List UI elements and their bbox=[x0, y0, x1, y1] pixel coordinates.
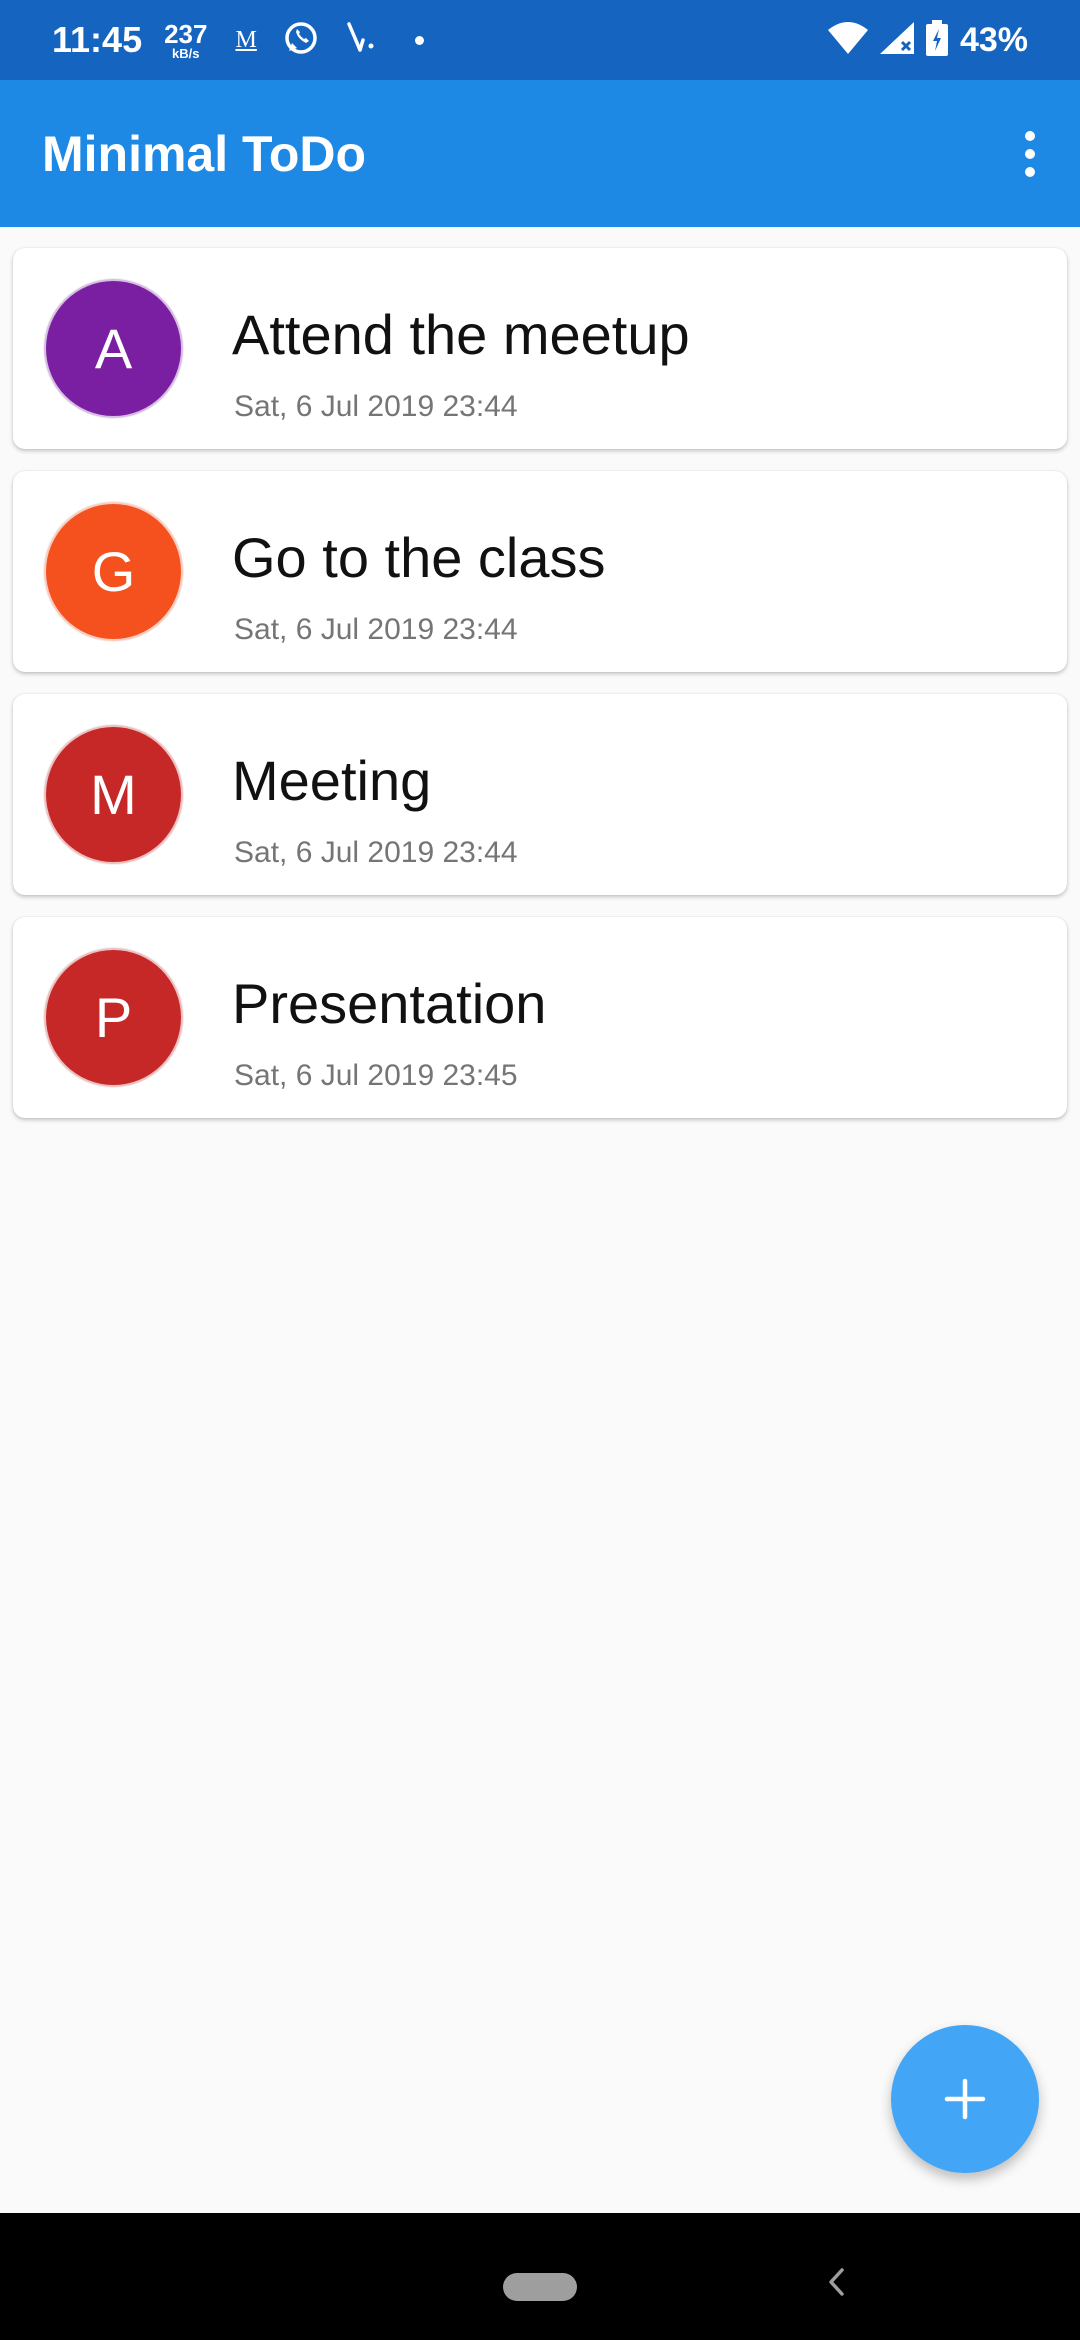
system-nav-bar bbox=[0, 2213, 1080, 2340]
todo-avatar-letter: P bbox=[94, 986, 133, 1049]
network-speed: 237 kB/s bbox=[164, 21, 207, 60]
todo-avatar: P bbox=[44, 948, 183, 1087]
vpn-icon bbox=[345, 20, 375, 61]
todo-date: Sat, 6 Jul 2019 23:44 bbox=[234, 390, 518, 423]
status-bar: 11:45 237 kB/s M 43% bbox=[0, 0, 1080, 80]
todo-title: Presentation bbox=[232, 972, 547, 1035]
network-speed-unit: kB/s bbox=[172, 45, 200, 61]
notification-dot-icon bbox=[414, 35, 424, 45]
whatsapp-icon bbox=[283, 20, 319, 61]
todo-item[interactable]: G Go to the class Sat, 6 Jul 2019 23:44 bbox=[13, 471, 1067, 672]
todo-avatar: A bbox=[44, 279, 183, 418]
add-todo-button[interactable] bbox=[891, 2025, 1039, 2173]
gmail-icon: M bbox=[235, 26, 257, 53]
todo-date: Sat, 6 Jul 2019 23:44 bbox=[234, 613, 518, 646]
todo-date: Sat, 6 Jul 2019 23:45 bbox=[234, 1059, 518, 1092]
back-chevron-icon[interactable] bbox=[816, 2257, 856, 2307]
todo-avatar-letter: M bbox=[90, 763, 137, 826]
wifi-icon bbox=[816, 21, 868, 59]
network-speed-value: 237 bbox=[164, 18, 208, 49]
todo-avatar-letter: G bbox=[91, 540, 136, 603]
add-icon bbox=[944, 2078, 986, 2120]
todo-list: A Attend the meetup Sat, 6 Jul 2019 23:4… bbox=[13, 248, 1067, 1140]
overflow-dot bbox=[1025, 148, 1035, 159]
todo-avatar: G bbox=[44, 502, 183, 641]
todo-title: Go to the class bbox=[232, 526, 606, 589]
todo-avatar: M bbox=[44, 725, 183, 864]
battery-icon bbox=[914, 19, 948, 61]
todo-item[interactable]: A Attend the meetup Sat, 6 Jul 2019 23:4… bbox=[13, 248, 1067, 449]
overflow-dot bbox=[1025, 166, 1035, 177]
signal-icon bbox=[868, 21, 914, 59]
todo-item[interactable]: P Presentation Sat, 6 Jul 2019 23:45 bbox=[13, 917, 1067, 1118]
todo-title: Attend the meetup bbox=[232, 303, 690, 366]
overflow-dot bbox=[1025, 130, 1035, 141]
todo-item[interactable]: M Meeting Sat, 6 Jul 2019 23:44 bbox=[13, 694, 1067, 895]
status-time: 11:45 bbox=[52, 19, 143, 60]
home-pill-icon[interactable] bbox=[503, 2273, 577, 2301]
app-bar: Minimal ToDo bbox=[0, 80, 1080, 227]
todo-title: Meeting bbox=[232, 749, 432, 812]
more-vert-icon[interactable] bbox=[1010, 114, 1050, 194]
battery-percent: 43% bbox=[959, 20, 1028, 59]
todo-avatar-letter: A bbox=[94, 317, 133, 380]
todo-date: Sat, 6 Jul 2019 23:44 bbox=[234, 836, 518, 869]
app-title: Minimal ToDo bbox=[42, 125, 367, 182]
